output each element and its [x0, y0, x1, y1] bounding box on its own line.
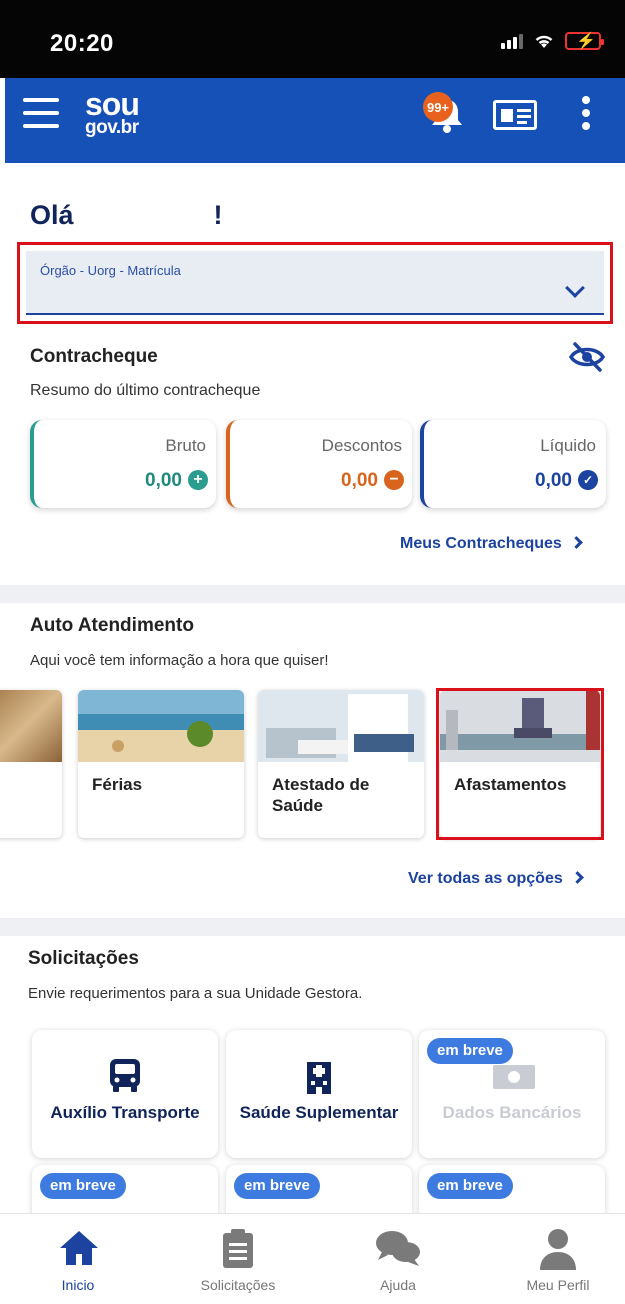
money-icon: [493, 1065, 535, 1089]
section-divider: [0, 585, 625, 603]
chevron-right-icon: [570, 871, 584, 884]
beach-image: [78, 690, 244, 762]
payslip-card-label: Descontos: [321, 436, 402, 455]
payslip-card-label: Líquido: [540, 436, 596, 455]
coming-soon-badge: em breve: [427, 1038, 513, 1064]
bus-icon: [110, 1059, 140, 1092]
payslip-card-value: 0,00: [535, 470, 572, 491]
request-card-label: Dados Bancários: [442, 1103, 582, 1122]
org-select-highlight: Órgão - Uorg - Matrícula: [17, 242, 613, 324]
org-select[interactable]: Órgão - Uorg - Matrícula: [26, 251, 604, 315]
nav-home[interactable]: Inicio: [0, 1214, 156, 1304]
requests-title: Solicitações: [28, 948, 139, 969]
id-card-icon[interactable]: [493, 100, 537, 130]
nav-label: Ajuda: [380, 1277, 416, 1293]
my-payslips-link[interactable]: Meus Contracheques: [400, 535, 583, 553]
payslip-title: Contracheque: [30, 346, 158, 367]
leaves-highlight: [436, 688, 604, 840]
minus-circle-icon: −: [384, 470, 404, 490]
request-card-health[interactable]: Saúde Suplementar: [226, 1030, 412, 1158]
nav-label: Meu Perfil: [526, 1277, 590, 1293]
notifications-button[interactable]: 99+: [423, 92, 471, 140]
payslip-card-net[interactable]: Líquido 0,00 ✓: [420, 420, 606, 508]
hide-values-icon[interactable]: [568, 340, 606, 374]
self-service-title: Auto Atendimento: [30, 615, 194, 636]
greeting-hello: Olá: [30, 200, 74, 230]
service-card-label: Atestado de Saúde: [272, 775, 370, 816]
coming-soon-badge: em breve: [427, 1173, 513, 1199]
nav-label: Inicio: [61, 1277, 95, 1293]
app-logo: sou gov.br: [85, 86, 140, 138]
payslip-cards: Bruto 0,00 + Descontos 0,00 − Líquido 0,…: [30, 420, 608, 510]
payslip-card-deductions[interactable]: Descontos 0,00 −: [226, 420, 412, 508]
status-icons: ⚡: [501, 32, 604, 50]
user-icon: [540, 1229, 576, 1270]
payslip-card-value: 0,00: [341, 470, 378, 491]
status-time: 20:20: [50, 30, 114, 57]
payslip-card-gross[interactable]: Bruto 0,00 +: [30, 420, 216, 508]
coming-soon-badge: em breve: [40, 1173, 126, 1199]
nav-help[interactable]: Ajuda: [320, 1214, 476, 1304]
request-card-label: Auxílio Transporte: [50, 1103, 200, 1122]
see-all-options-link[interactable]: Ver todas as opções: [408, 870, 584, 888]
greeting-exclamation: !: [213, 200, 223, 230]
battery-icon: ⚡: [565, 32, 604, 50]
plus-circle-icon: +: [188, 470, 208, 490]
service-card-partial[interactable]: [0, 690, 62, 838]
more-options-icon[interactable]: [580, 96, 592, 135]
request-card-bank-data[interactable]: em breve Dados Bancários: [419, 1030, 605, 1158]
menu-icon[interactable]: [23, 98, 59, 130]
notifications-badge: 99+: [423, 92, 453, 122]
wifi-icon: [535, 35, 553, 48]
check-circle-icon: ✓: [578, 470, 598, 490]
org-select-label: Órgão - Uorg - Matrícula: [40, 263, 181, 278]
service-card-label: Férias: [92, 775, 143, 794]
service-card-medical-certificate[interactable]: Atestado de Saúde: [258, 690, 424, 838]
payslip-card-value: 0,00: [145, 470, 182, 491]
request-card-transport[interactable]: Auxílio Transporte: [32, 1030, 218, 1158]
service-card-vacation[interactable]: Férias: [78, 690, 244, 838]
payslip-card-label: Bruto: [165, 436, 206, 455]
status-bar: 20:20 ⚡: [0, 0, 625, 78]
chevron-right-icon: [569, 536, 583, 549]
signal-icon: [501, 33, 523, 49]
coming-soon-badge: em breve: [234, 1173, 320, 1199]
nav-requests[interactable]: Solicitações: [160, 1214, 316, 1304]
doctor-image: [258, 690, 424, 762]
requests-subtitle: Envie requerimentos para a sua Unidade G…: [28, 985, 363, 1002]
bottom-navigation: Inicio Solicitações Ajuda Meu Perfil: [0, 1213, 625, 1303]
nav-profile[interactable]: Meu Perfil: [480, 1214, 625, 1304]
home-icon: [60, 1231, 98, 1265]
greeting: Olá!: [30, 200, 223, 231]
hospital-icon: [307, 1062, 331, 1094]
app-header: sou gov.br 99+: [5, 78, 625, 163]
self-service-subtitle: Aqui você tem informação a hora que quis…: [30, 652, 329, 669]
nav-label: Solicitações: [200, 1277, 276, 1293]
chat-icon: [376, 1231, 420, 1266]
payslip-subtitle: Resumo do último contracheque: [30, 382, 261, 399]
chevron-down-icon: [565, 278, 585, 298]
request-card-label: Saúde Suplementar: [239, 1103, 399, 1122]
clipboard-icon: [223, 1229, 253, 1268]
section-divider: [0, 918, 625, 936]
